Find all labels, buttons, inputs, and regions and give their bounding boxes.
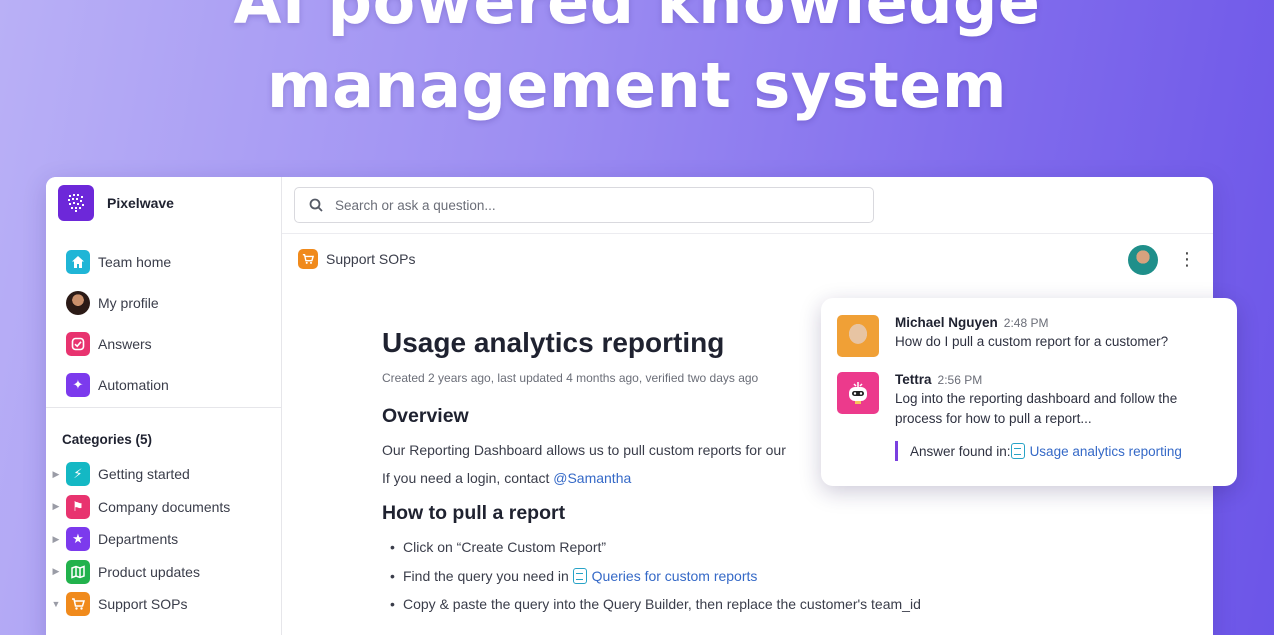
message-text: Log into the reporting dashboard and fol… xyxy=(895,391,1178,426)
document-icon xyxy=(572,567,587,584)
nav-automation[interactable]: ✦ Automation xyxy=(66,364,171,405)
message-author: Michael Nguyen xyxy=(895,315,998,330)
category-product-updates[interactable]: ▶ Product updates xyxy=(50,556,230,589)
breadcrumb[interactable]: Support SOPs xyxy=(298,249,416,269)
category-company-documents[interactable]: ▶ ⚑ Company documents xyxy=(50,491,230,524)
answer-source: Answer found in: Usage analytics reporti… xyxy=(895,441,1182,461)
star-icon: ★ xyxy=(66,527,90,552)
mention-link[interactable]: @Samantha xyxy=(553,470,631,486)
more-options-icon[interactable]: ⋮ xyxy=(1178,247,1196,271)
message-header: Michael Nguyen 2:48 PM xyxy=(895,315,1168,330)
pixel-globe-icon xyxy=(58,185,94,221)
nav-label: Team home xyxy=(98,253,172,270)
nav-label: Answers xyxy=(98,335,152,352)
answer-label: Answer found in: xyxy=(910,443,1011,459)
message-author: Tettra xyxy=(895,372,932,387)
document-icon xyxy=(1010,443,1025,459)
category-departments[interactable]: ▶ ★ Departments xyxy=(50,523,230,556)
hero-headline: AI powered knowledge management system xyxy=(0,0,1274,128)
category-getting-started[interactable]: ▶ ⚡ Getting started xyxy=(50,458,230,491)
nav-team-home[interactable]: Team home xyxy=(66,241,171,282)
category-list: ▶ ⚡ Getting started ▶ ⚑ Company document… xyxy=(50,458,230,621)
bolt-icon: ⚡ xyxy=(66,462,90,487)
sparkle-icon: ✦ xyxy=(66,372,90,397)
cart-icon xyxy=(66,592,90,617)
map-icon xyxy=(66,559,90,584)
nav-label: My profile xyxy=(98,294,159,311)
category-support-sops[interactable]: ▼ Support SOPs xyxy=(50,588,230,621)
message-header: Tettra 2:56 PM xyxy=(895,372,1205,387)
chevron-right-icon[interactable]: ▶ xyxy=(50,534,62,545)
message-time: 2:56 PM xyxy=(937,373,983,387)
steps-heading: How to pull a report xyxy=(382,502,566,524)
nav-answers[interactable]: Answers xyxy=(66,323,171,364)
chevron-down-icon[interactable]: ▼ xyxy=(50,599,62,609)
workspace-header[interactable]: Pixelwave xyxy=(58,185,174,221)
list-item: Click on “Create Custom Report” xyxy=(390,533,1102,562)
chevron-right-icon[interactable]: ▶ xyxy=(50,469,62,480)
chat-message: Michael Nguyen 2:48 PM How do I pull a cu… xyxy=(837,315,1168,357)
message-text: How do I pull a custom report for a cust… xyxy=(895,334,1169,349)
hero-line-1: AI powered knowledge xyxy=(233,0,1041,38)
chevron-right-icon[interactable]: ▶ xyxy=(50,501,62,512)
main-nav: Team home My profile Answers ✦ Automatio… xyxy=(66,241,171,405)
nav-my-profile[interactable]: My profile xyxy=(66,282,171,323)
check-badge-icon xyxy=(66,331,90,356)
category-label: Getting started xyxy=(98,466,190,483)
chevron-right-icon[interactable]: ▶ xyxy=(50,566,62,577)
doc-link[interactable]: Queries for custom reports xyxy=(592,568,758,584)
steps-list: Click on “Create Custom Report” Find the… xyxy=(390,533,1102,619)
category-label: Departments xyxy=(98,531,179,548)
category-label: Product updates xyxy=(98,563,200,580)
chat-card: Michael Nguyen 2:48 PM How do I pull a cu… xyxy=(821,298,1237,486)
search-placeholder: Search or ask a question... xyxy=(335,197,496,213)
home-icon xyxy=(66,249,90,274)
avatar xyxy=(837,315,879,357)
login-label: If you need a login, contact xyxy=(382,470,554,486)
message-time: 2:48 PM xyxy=(1003,316,1049,330)
list-item: Copy & paste the query into the Query Bu… xyxy=(390,590,1102,619)
answer-link[interactable]: Usage analytics reporting xyxy=(1030,444,1182,459)
categories-title: Categories (5) xyxy=(62,432,153,447)
category-label: Company documents xyxy=(98,498,231,515)
avatar xyxy=(66,290,90,315)
search-input[interactable]: Search or ask a question... xyxy=(294,187,874,223)
list-item: Find the query you need in Queries for c… xyxy=(390,562,1102,591)
cart-icon xyxy=(298,249,318,269)
category-label: Support SOPs xyxy=(98,596,188,613)
sidebar: Pixelwave Team home My profile Answers ✦ xyxy=(46,177,282,635)
sidebar-divider xyxy=(46,407,282,408)
accent-bar xyxy=(895,441,898,461)
flag-icon: ⚑ xyxy=(66,494,90,519)
header-divider xyxy=(282,233,1213,234)
hero-line-2: management system xyxy=(267,49,1007,122)
workspace-name: Pixelwave xyxy=(107,195,174,211)
search-icon xyxy=(309,198,323,212)
breadcrumb-label: Support SOPs xyxy=(326,251,416,267)
chat-message: Tettra 2:56 PM Log into the reporting das… xyxy=(837,372,1205,429)
step-text: Find the query you need in xyxy=(403,567,573,584)
nav-label: Automation xyxy=(98,376,169,393)
robot-icon xyxy=(837,372,879,414)
avatar[interactable] xyxy=(1128,245,1158,275)
